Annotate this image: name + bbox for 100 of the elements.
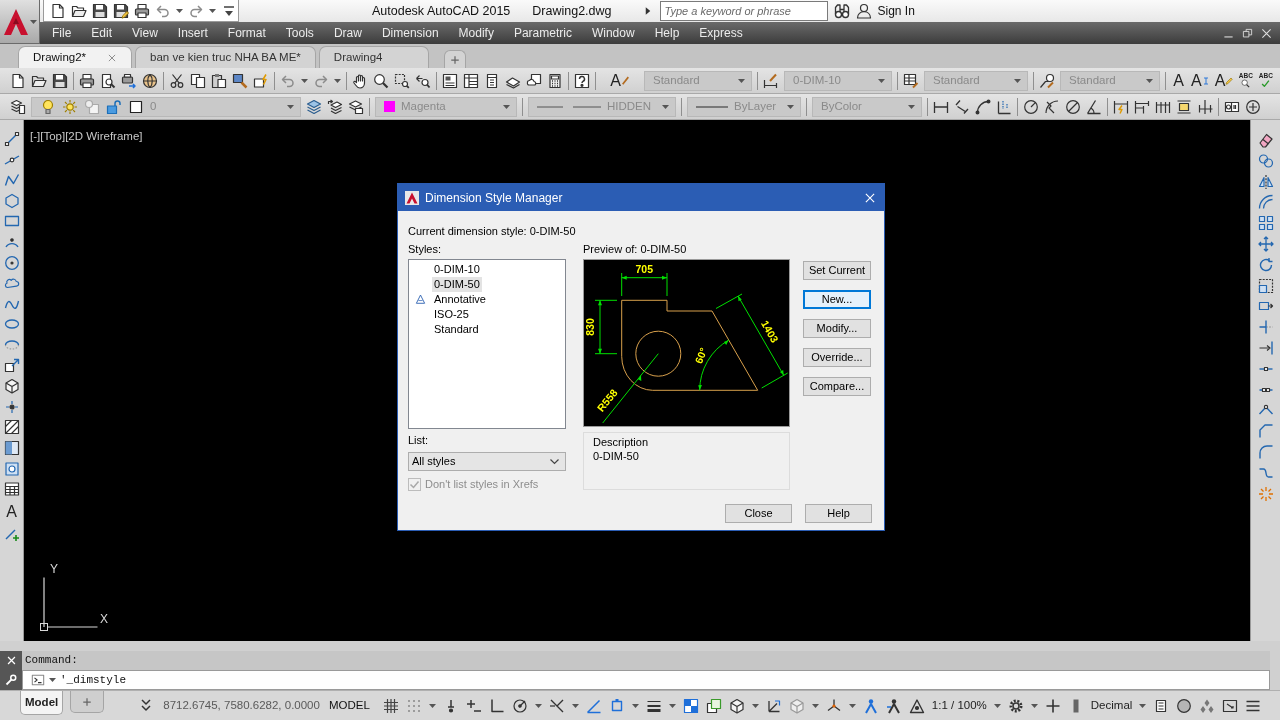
binoculars-icon[interactable] <box>833 3 850 19</box>
text-tool-button[interactable]: A <box>1171 70 1186 91</box>
redo-arrow-icon[interactable] <box>188 2 204 19</box>
file-tab[interactable]: Drawing4 <box>318 46 429 68</box>
hexagon-icon[interactable] <box>3 192 20 209</box>
shaded-square-icon[interactable] <box>3 439 20 456</box>
caret-icon[interactable] <box>301 78 308 83</box>
dimension-brush-icon[interactable] <box>763 72 779 89</box>
caret-icon[interactable] <box>993 703 1001 708</box>
sign-in-link[interactable]: Sign In <box>877 2 915 20</box>
undo-arrow-icon[interactable] <box>155 2 171 19</box>
restore-icon[interactable] <box>1242 27 1253 39</box>
dashed-square-magnifier-icon[interactable] <box>394 72 410 89</box>
undo-arrow-icon[interactable] <box>280 72 296 89</box>
new-page-icon[interactable] <box>10 72 26 89</box>
annotation-scale-selector[interactable]: 1:1 / 100% <box>931 696 987 715</box>
menu-item[interactable]: File <box>42 22 82 44</box>
menu-item[interactable]: Format <box>217 22 276 44</box>
caret-icon[interactable] <box>1030 703 1038 708</box>
rotate-arrow-icon[interactable] <box>1257 256 1274 273</box>
text-tool-button[interactable]: A <box>4 501 19 522</box>
layers-square-icon[interactable] <box>348 98 364 115</box>
file-tab[interactable]: Drawing2* <box>18 46 132 68</box>
caret-icon[interactable] <box>811 703 819 708</box>
clipboard-icon[interactable] <box>211 72 227 89</box>
menu-item[interactable]: Insert <box>167 22 218 44</box>
application-menu-button[interactable] <box>0 0 40 44</box>
drawing-canvas[interactable] <box>24 120 1250 641</box>
plus-icon[interactable] <box>1044 697 1061 714</box>
menu-item[interactable]: Express <box>689 22 753 44</box>
terminal-prompt-icon[interactable] <box>31 673 45 687</box>
tall-panel-icon[interactable] <box>484 72 500 89</box>
dialog-button[interactable]: Override... <box>803 348 871 367</box>
magnifier-icon[interactable] <box>373 72 389 89</box>
line-icon[interactable] <box>3 131 20 147</box>
layers-list-icon[interactable] <box>10 98 26 115</box>
leader-brush-icon[interactable] <box>1039 72 1055 89</box>
menu-item[interactable]: Tools <box>275 22 324 44</box>
caret-icon[interactable] <box>751 703 759 708</box>
circle-diameter-icon[interactable] <box>1065 98 1081 115</box>
angle-icon[interactable] <box>1086 98 1102 115</box>
file-tab[interactable]: ban ve kien truc NHA BA ME* <box>135 46 316 68</box>
menu-item[interactable]: Window <box>581 22 645 44</box>
dialog-button[interactable]: Close <box>725 503 792 523</box>
dialog-button[interactable]: Compare... <box>803 377 871 396</box>
styles-listbox[interactable]: 0-DIM-10 0-DIM-50 Annotative ISO-25 Standard <box>408 259 566 429</box>
menu-item[interactable]: View <box>122 22 168 44</box>
redo-arrow-icon[interactable] <box>313 72 329 89</box>
text-tool-button[interactable]: A <box>607 70 633 91</box>
page-magnifier-icon[interactable] <box>100 72 116 89</box>
layers-icon[interactable] <box>306 98 322 115</box>
caret-icon[interactable] <box>49 678 56 682</box>
table-brush-icon[interactable] <box>903 72 919 89</box>
menu-item[interactable]: Modify <box>448 22 504 44</box>
layers-arrow-icon[interactable] <box>327 98 343 115</box>
ordinate-icon[interactable] <box>996 98 1012 115</box>
dimension-space-icon[interactable] <box>1176 98 1192 115</box>
floppy-disk-pencil-icon[interactable] <box>113 2 129 19</box>
text-tool-button[interactable]: A <box>1191 70 1210 91</box>
scissors-icon[interactable] <box>169 72 185 89</box>
polar-circle-icon[interactable] <box>511 697 528 714</box>
caret-icon[interactable] <box>571 703 579 708</box>
style-list-item[interactable]: Standard <box>432 322 481 337</box>
style-list-item[interactable]: Annotative <box>432 292 488 307</box>
printer-arrow-icon[interactable] <box>121 72 137 89</box>
grid-squares-icon[interactable] <box>1257 215 1274 232</box>
grid-icon[interactable] <box>382 697 399 714</box>
four-arrows-icon[interactable] <box>1257 236 1274 252</box>
caret-icon[interactable] <box>668 703 676 708</box>
menu-item[interactable]: Draw <box>323 22 372 44</box>
aligned-dimension-icon[interactable] <box>954 98 970 115</box>
dialog-button[interactable]: Help <box>805 503 872 523</box>
gear-icon[interactable] <box>1007 697 1024 714</box>
caret-icon[interactable] <box>631 703 639 708</box>
crossed-lines-icon[interactable] <box>548 697 565 714</box>
new-page-icon[interactable] <box>50 2 66 19</box>
baseline-dimension-icon[interactable] <box>1134 98 1150 115</box>
caret-icon[interactable] <box>334 78 341 83</box>
point-icon[interactable] <box>3 398 20 415</box>
two-circles-icon[interactable] <box>1257 152 1274 169</box>
arc-dimension-icon[interactable] <box>975 98 991 115</box>
plus-line-icon[interactable] <box>465 697 482 714</box>
printer-icon[interactable] <box>134 2 150 19</box>
block-lightning-icon[interactable] <box>253 72 269 89</box>
cube-icon[interactable] <box>728 697 745 714</box>
angle-line-icon[interactable] <box>585 697 602 714</box>
layout-tab[interactable]: Model <box>20 691 64 715</box>
dialog-button[interactable]: Set Current <box>803 261 871 280</box>
mirror-triangles-icon[interactable] <box>1257 173 1274 190</box>
filled-circle-icon[interactable] <box>1176 697 1193 714</box>
jogged-radius-icon[interactable] <box>1044 98 1060 115</box>
dialog-button[interactable]: New... <box>803 290 871 309</box>
panel-icon[interactable] <box>442 72 458 89</box>
cross-line-icon[interactable] <box>1257 319 1274 336</box>
tripod-icon[interactable] <box>825 697 842 714</box>
hatch-icon[interactable] <box>3 419 20 436</box>
menu-item[interactable]: Dimension <box>371 22 449 44</box>
parallel-arcs-icon[interactable] <box>1257 194 1274 211</box>
person-line-icon[interactable] <box>885 697 902 714</box>
style-list-item[interactable]: 0-DIM-50 <box>432 277 482 292</box>
